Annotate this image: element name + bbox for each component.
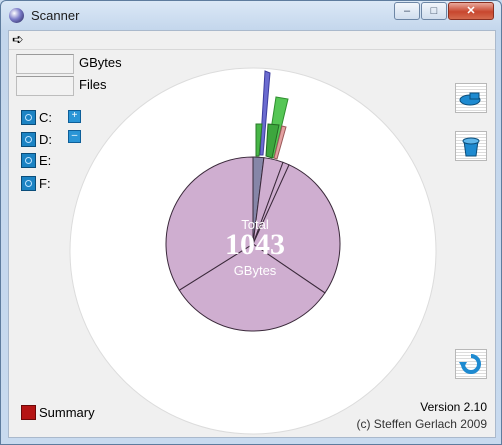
app-icon: [9, 8, 24, 23]
drive-label: C:: [39, 110, 52, 125]
scan-button[interactable]: [455, 83, 487, 113]
gbytes-field: [16, 54, 74, 74]
copyright-text: (c) Steffen Gerlach 2009: [356, 417, 487, 431]
client-area: ➪ Total 1043 GBytes GBytes Files C: D: E…: [8, 30, 496, 438]
maximize-button[interactable]: □: [421, 2, 447, 20]
gbytes-label: GBytes: [79, 55, 122, 70]
title-bar[interactable]: Scanner – □ ✕: [1, 1, 501, 29]
expand-c-button[interactable]: +: [68, 110, 81, 123]
summary-icon: [21, 405, 36, 420]
close-button[interactable]: ✕: [448, 2, 494, 20]
window-title: Scanner: [31, 8, 80, 23]
drive-label: D:: [39, 132, 52, 147]
refresh-icon: [459, 354, 481, 374]
drive-icon: [21, 110, 36, 125]
version-text: Version 2.10: [420, 400, 487, 414]
files-label: Files: [79, 77, 107, 92]
refresh-button[interactable]: [455, 349, 487, 379]
scanner-window: Scanner – □ ✕ ➪ Total 1043 GBytes GBytes: [0, 0, 502, 445]
delete-button[interactable]: [455, 131, 487, 161]
summary-label: Summary: [39, 405, 95, 420]
drive-label: E:: [39, 153, 52, 168]
minimize-button[interactable]: –: [394, 2, 420, 20]
total-unit: GBytes: [233, 263, 277, 278]
trash-icon: [462, 137, 480, 157]
total-value: 1043: [225, 228, 285, 261]
drive-label: F:: [39, 176, 51, 191]
files-field: [16, 76, 74, 96]
drive-icon: [21, 132, 36, 147]
disk-scan-icon: [459, 92, 481, 106]
drive-icon: [21, 176, 36, 191]
drive-icon: [21, 153, 36, 168]
collapse-d-button[interactable]: –: [68, 130, 81, 143]
